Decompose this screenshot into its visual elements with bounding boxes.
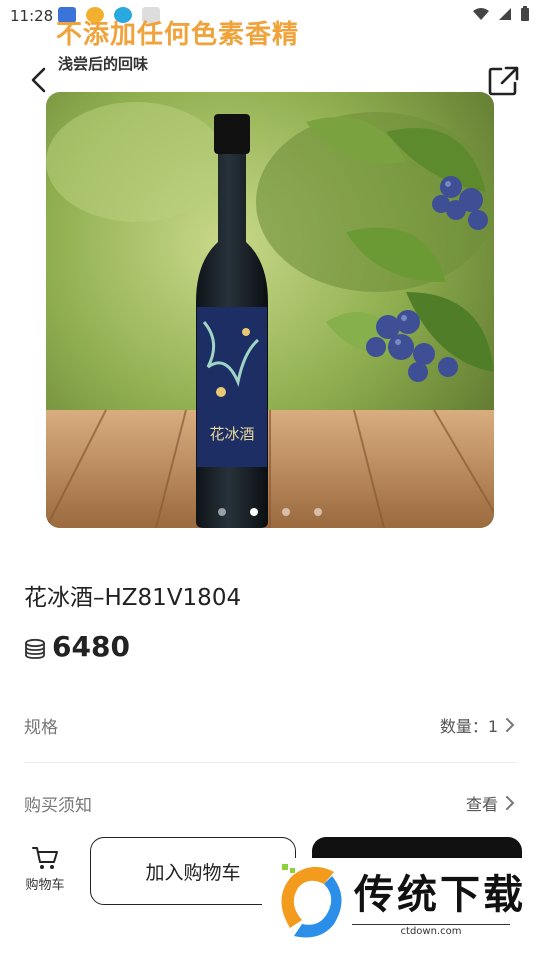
page-subtitle: 浅尝后的回味 xyxy=(58,55,149,73)
divider xyxy=(24,762,518,763)
spec-label: 规格 xyxy=(24,718,58,738)
back-button[interactable] xyxy=(26,64,54,96)
purchase-notice-row[interactable]: 查看 xyxy=(466,791,516,815)
product-title: 花冰酒–HZ81V1804 xyxy=(24,585,242,611)
bottle-label-text: 花冰酒 xyxy=(209,425,254,443)
product-price: 6480 xyxy=(52,630,130,663)
coin-stack-icon xyxy=(25,638,45,659)
purchase-notice-label: 购买须知 xyxy=(24,796,92,816)
cart-label: 购物车 xyxy=(25,878,65,893)
signal-icon xyxy=(499,8,511,20)
chevron-right-icon xyxy=(506,796,515,810)
purchase-notice-view-link: 查看 xyxy=(465,795,498,814)
chevron-right-icon xyxy=(506,718,515,732)
share-button[interactable] xyxy=(486,64,522,98)
carousel-indicators xyxy=(0,508,540,516)
status-time: 11:28 xyxy=(10,7,54,25)
spec-quantity: 数量：1 xyxy=(439,717,498,736)
watermark-text: 传统下载 xyxy=(354,872,526,918)
battery-icon xyxy=(521,6,529,21)
carousel-dot[interactable] xyxy=(282,508,290,516)
carousel-dot[interactable] xyxy=(218,508,226,516)
chevron-left-icon xyxy=(31,67,46,93)
status-icons xyxy=(472,6,530,22)
watermark-url: ctdown.com xyxy=(352,924,510,937)
carousel-dot[interactable] xyxy=(314,508,322,516)
wifi-icon xyxy=(473,8,489,20)
cart-button[interactable]: 购物车 xyxy=(18,845,72,893)
product-photo: 花冰酒 xyxy=(46,92,494,528)
slogan-banner: 不添加任何色素香精 xyxy=(56,20,300,50)
spec-row[interactable]: 数量：1 xyxy=(440,713,516,737)
shopping-cart-icon xyxy=(32,847,58,869)
carousel-dot-active[interactable] xyxy=(250,508,258,516)
share-external-icon xyxy=(488,66,519,96)
product-image-carousel[interactable]: 花冰酒 xyxy=(46,92,494,528)
